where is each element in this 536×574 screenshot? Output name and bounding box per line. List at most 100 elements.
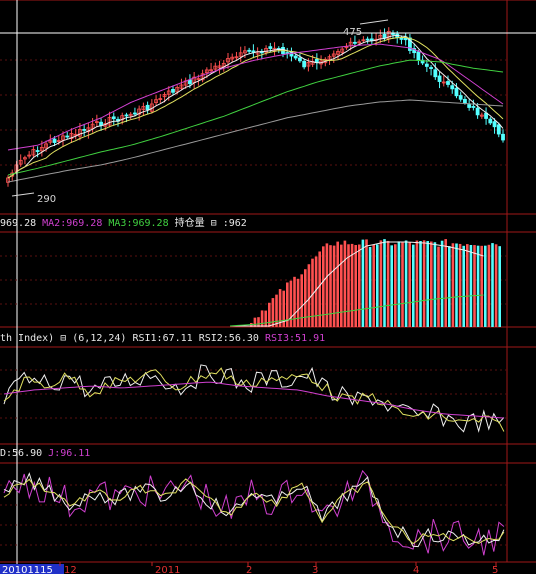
candle-body — [458, 95, 463, 100]
date-axis: 20101115 12 2011 2 3 4 5 — [0, 562, 498, 574]
rsi-panel[interactable]: th Index) ⊟ (6,12,24) RSI1:67.11 RSI2:56… — [0, 333, 507, 433]
open-interest-header: 969.28 MA2:969.28 MA3:969.28 持仓量 ⊟ :962 — [0, 216, 247, 229]
rsi-lines — [3, 364, 505, 433]
volume-bar — [401, 242, 404, 327]
candle-body — [492, 121, 497, 128]
candle-body — [399, 38, 404, 40]
volume-bar — [412, 244, 415, 327]
candle-body — [353, 41, 357, 44]
candle-body — [424, 63, 429, 67]
volume-bar — [397, 241, 401, 327]
header-item: J:96.11 — [42, 448, 90, 459]
volume-bar — [394, 244, 397, 327]
header-item: RSI3:51.91 — [259, 333, 325, 344]
date-label: 4 — [413, 565, 419, 574]
volume-bar — [422, 240, 426, 327]
volume-bar — [476, 245, 480, 327]
volume-bar — [480, 245, 483, 327]
candle-body — [416, 51, 421, 61]
header-item: 持仓量 — [169, 216, 205, 229]
volume-bar — [379, 240, 383, 327]
volume-bar — [491, 243, 494, 327]
volume-bar — [289, 280, 293, 327]
candle-body — [369, 38, 374, 41]
header-item: MA3:969.28 — [102, 218, 168, 229]
volume-bar — [466, 244, 469, 327]
volume-bar — [343, 240, 347, 327]
volume-bar — [336, 241, 339, 327]
header-item: :962 — [217, 218, 247, 229]
header-item: th Index) — [0, 333, 54, 344]
volume-bar — [300, 274, 303, 327]
low-marker-line — [11, 192, 35, 197]
kdj-lines — [3, 469, 505, 556]
volume-bar — [340, 244, 343, 327]
candle-body — [429, 67, 433, 69]
volume-bar — [332, 245, 336, 327]
date-label: 12 — [64, 565, 77, 574]
volume-bar — [372, 244, 375, 327]
candle-body — [501, 133, 505, 141]
volume-bar — [455, 243, 458, 327]
ma-long-line — [7, 99, 504, 183]
candle-body — [82, 129, 87, 131]
candle-body — [298, 57, 302, 62]
candle-body — [433, 69, 438, 78]
date-label: 3 — [312, 565, 318, 574]
candle-body — [488, 118, 493, 124]
volume-bars[interactable] — [250, 239, 501, 327]
candlesticks[interactable] — [6, 27, 505, 187]
candle-body — [471, 106, 476, 108]
futures-chart[interactable]: 475 290 969.28 MA2:969.28 MA3:969.28 持仓量… — [0, 0, 536, 574]
volume-bar — [444, 239, 447, 327]
volume-bar — [260, 310, 264, 327]
candle-body — [446, 81, 450, 85]
candle-body — [124, 114, 129, 117]
volume-bar — [451, 243, 455, 327]
high-price-label: 475 — [343, 27, 362, 38]
open-interest-panel[interactable]: 969.28 MA2:969.28 MA3:969.28 持仓量 ⊟ :962 — [0, 216, 507, 327]
volume-bar — [498, 246, 501, 327]
header-item: ⊟ — [205, 218, 217, 229]
candle-body — [188, 79, 192, 85]
volume-bar — [458, 243, 462, 327]
kdj-panel[interactable]: D:56.90 J:96.11 — [0, 448, 507, 556]
candle-body — [65, 135, 70, 138]
candle-body — [111, 116, 116, 120]
candle-body — [365, 38, 370, 41]
candle-body — [52, 138, 57, 143]
volume-bar — [358, 244, 361, 327]
volume-bar — [304, 269, 307, 327]
j-line — [3, 469, 505, 556]
volume-bar — [440, 240, 444, 327]
ma-green-line — [7, 59, 504, 176]
header-item: ⊟ — [54, 333, 66, 344]
volume-bar — [419, 240, 422, 327]
candle-body — [467, 104, 472, 108]
candle-body — [450, 85, 455, 90]
candle-body — [99, 121, 103, 126]
volume-bar — [462, 245, 465, 327]
volume-bar — [386, 240, 390, 327]
kdj-header: D:56.90 J:96.11 — [0, 448, 90, 459]
volume-bar — [484, 245, 487, 327]
header-item: RSI1:67.11 — [126, 333, 192, 344]
header-item: D:56.90 — [0, 448, 42, 459]
date-ticks — [59, 562, 497, 566]
candle-body — [463, 98, 467, 104]
date-label: 5 — [492, 565, 498, 574]
candle-body — [475, 107, 480, 116]
volume-bar — [268, 302, 271, 327]
candle-body — [145, 104, 150, 111]
rsi1-line — [3, 364, 505, 433]
header-item: (6,12,24) — [66, 333, 126, 344]
volume-bar — [473, 245, 476, 327]
volume-bar — [368, 246, 372, 327]
volume-bar — [271, 298, 275, 327]
volume-bar — [275, 294, 278, 327]
volume-bar — [415, 240, 419, 327]
header-item: RSI2:56.30 — [193, 333, 259, 344]
volume-bar — [264, 310, 267, 327]
candle-body — [133, 112, 137, 115]
selected-date: 20101115 — [2, 565, 53, 574]
